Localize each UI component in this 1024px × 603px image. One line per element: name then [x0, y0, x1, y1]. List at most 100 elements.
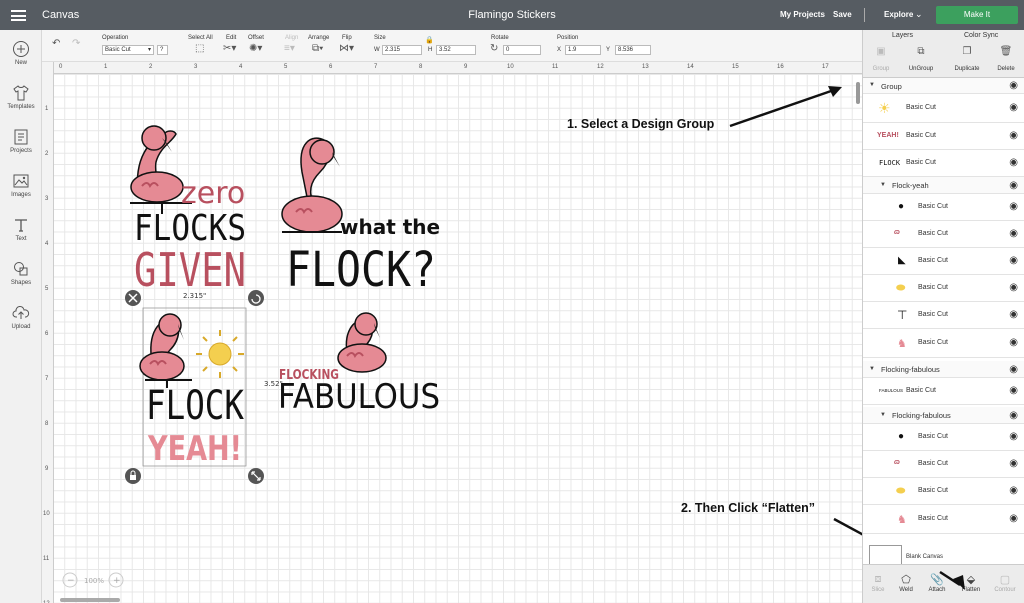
caret-down-icon[interactable]: ▼ [869, 366, 875, 372]
y-input[interactable]: 8.536 [615, 45, 651, 55]
h-label: H [428, 47, 433, 53]
offset-icon[interactable]: ✺▾ [249, 44, 262, 54]
rotate-input[interactable]: 0 [503, 45, 541, 55]
explore-menu[interactable]: Explore [884, 10, 913, 19]
lock-icon[interactable]: 🔒 [425, 36, 434, 46]
sidebar-item-upload[interactable]: Upload [0, 304, 42, 330]
design-canvas[interactable]: 0 1 2 3 4 5 6 7 8 9 10 11 12 13 14 15 16… [42, 62, 862, 603]
subgroup-name: Flock-yeah [892, 181, 929, 190]
eye-icon[interactable]: ◉ [1009, 255, 1018, 266]
arrange-icon[interactable]: ⧉▾ [312, 44, 323, 54]
redo-icon[interactable]: ↷ [72, 39, 80, 49]
caret-down-icon[interactable]: ▼ [880, 412, 886, 418]
my-projects-link[interactable]: My Projects [780, 10, 825, 19]
layer-row[interactable]: ☀ Basic Cut ◉ [863, 94, 1024, 123]
zero-flocks-design[interactable]: zero FLOCKS GIVEN [130, 125, 246, 297]
zoom-control[interactable]: − 100% + [62, 572, 124, 588]
eye-icon[interactable]: ◉ [1009, 485, 1018, 496]
layer-row[interactable]: ● Basic Cut ◉ [863, 424, 1024, 451]
eye-icon[interactable]: ◉ [1009, 282, 1018, 293]
layer-row[interactable]: ● Basic Cut ◉ [863, 194, 1024, 221]
layer-subgroup-row[interactable]: ▼ Flocking-fabulous ◉ [863, 407, 1024, 424]
operation-label: Operation [102, 35, 129, 41]
resize-handle[interactable] [248, 468, 264, 484]
group-button[interactable]: ▣ Group [861, 46, 901, 72]
operation-select[interactable]: Basic Cut ▾ [102, 45, 154, 55]
vertical-scrollbar[interactable] [856, 82, 860, 104]
delete-button[interactable]: 🗑 Delete [986, 46, 1024, 72]
what-the-flock-design[interactable]: what the FLOCK? [281, 137, 440, 298]
layers-panel: Layers Color Sync ▣ Group ⧉ UnGroup ❐ Dupli… [862, 30, 1024, 603]
delete-handle[interactable] [125, 290, 141, 306]
tab-layers[interactable]: Layers [892, 32, 913, 39]
layer-group-row[interactable]: ▼ Group ◉ [863, 78, 1024, 94]
help-button[interactable]: ? [157, 45, 168, 55]
layer-row[interactable]: ◣ Basic Cut ◉ [863, 248, 1024, 275]
sidebar-item-new[interactable]: New [0, 40, 42, 66]
layer-row[interactable]: ɷ Basic Cut ◉ [863, 221, 1024, 248]
sidebar-item-templates[interactable]: Templates [0, 84, 42, 110]
eye-icon[interactable]: ◉ [1009, 180, 1018, 191]
layer-row[interactable]: ♞ Basic Cut ◉ [863, 329, 1024, 358]
align-icon[interactable]: ≡▾ [284, 44, 295, 54]
height-input[interactable]: 3.52 [436, 45, 476, 55]
sidebar-item-text[interactable]: Text [0, 216, 42, 242]
slice-button[interactable]: ⧈ Slice [864, 573, 892, 593]
eye-icon[interactable]: ◉ [1009, 364, 1018, 375]
weld-button[interactable]: ⬠ Weld [892, 573, 920, 593]
caret-down-icon[interactable]: ▼ [869, 82, 875, 88]
sidebar-label: Shapes [10, 280, 32, 286]
eye-icon[interactable]: ◉ [1009, 228, 1018, 239]
layer-row[interactable]: ⬬ Basic Cut ◉ [863, 478, 1024, 505]
duplicate-button[interactable]: ❐ Duplicate [947, 46, 987, 72]
save-link[interactable]: Save [833, 10, 852, 19]
layer-row[interactable]: ⬬ Basic Cut ◉ [863, 275, 1024, 302]
sidebar-item-projects[interactable]: Projects [0, 128, 42, 154]
eye-icon[interactable]: ◉ [1009, 337, 1018, 348]
layer-row[interactable]: ♞ Basic Cut ◉ [863, 505, 1024, 534]
sidebar-item-images[interactable]: Images [0, 172, 42, 198]
eye-icon[interactable]: ◉ [1009, 458, 1018, 469]
horizontal-scrollbar[interactable] [60, 598, 120, 602]
layer-row[interactable]: ɷ Basic Cut ◉ [863, 451, 1024, 478]
plus-circle-icon [13, 41, 29, 57]
eye-icon[interactable]: ◉ [1009, 309, 1018, 320]
edit-icon[interactable]: ✂▾ [223, 44, 236, 54]
sidebar-item-shapes[interactable]: Shapes [0, 260, 42, 286]
width-input[interactable]: 2.315 [382, 45, 422, 55]
flatten-button[interactable]: ⬙ Flatten [957, 573, 985, 593]
contour-button[interactable]: ▢ Contour [991, 573, 1019, 593]
layer-cut-label: Basic Cut [906, 387, 936, 394]
eye-icon[interactable]: ◉ [1009, 102, 1018, 113]
x-input[interactable]: 1.9 [565, 45, 601, 55]
eye-icon[interactable]: ◉ [1009, 157, 1018, 168]
eye-icon[interactable]: ◉ [1009, 410, 1018, 421]
layer-row[interactable]: YEAH! Basic Cut ◉ [863, 123, 1024, 150]
attach-button[interactable]: 📎 Attach [923, 573, 951, 593]
select-all-icon[interactable]: ⬚ [195, 44, 204, 54]
layer-subgroup-row[interactable]: ▼ Flock-yeah ◉ [863, 177, 1024, 194]
tab-color-sync[interactable]: Color Sync [964, 32, 998, 39]
layer-row[interactable]: FABULOUS Basic Cut ◉ [863, 378, 1024, 405]
zoom-in-button[interactable]: + [113, 576, 121, 586]
flip-icon[interactable]: ⋈▾ [339, 44, 354, 54]
eye-icon[interactable]: ◉ [1009, 130, 1018, 141]
layer-group-row[interactable]: ▼ Flocking-fabulous ◉ [863, 361, 1024, 378]
eye-icon[interactable]: ◉ [1009, 80, 1018, 91]
flocking-fabulous-design[interactable]: FLOCKING FABULOUS [278, 312, 440, 417]
make-it-button[interactable]: Make It [936, 6, 1018, 24]
eye-icon[interactable]: ◉ [1009, 513, 1018, 524]
ungroup-button[interactable]: ⧉ UnGroup [901, 46, 941, 72]
eye-icon[interactable]: ◉ [1009, 431, 1018, 442]
caret-down-icon[interactable]: ▼ [880, 182, 886, 188]
layer-row[interactable]: FLOCK Basic Cut ◉ [863, 150, 1024, 177]
lock-handle[interactable] [125, 468, 141, 484]
eye-icon[interactable]: ◉ [1009, 385, 1018, 396]
chevron-down-icon[interactable]: ⌄ [915, 9, 923, 20]
undo-icon[interactable]: ↶ [52, 39, 60, 49]
layer-row[interactable]: ⊤ Basic Cut ◉ [863, 302, 1024, 329]
flock-yeah-design[interactable]: FLOCK YEAH! 2.315" 3.52" [125, 290, 283, 484]
rotate-handle[interactable] [248, 290, 264, 306]
zoom-out-button[interactable]: − [67, 576, 75, 586]
eye-icon[interactable]: ◉ [1009, 201, 1018, 212]
